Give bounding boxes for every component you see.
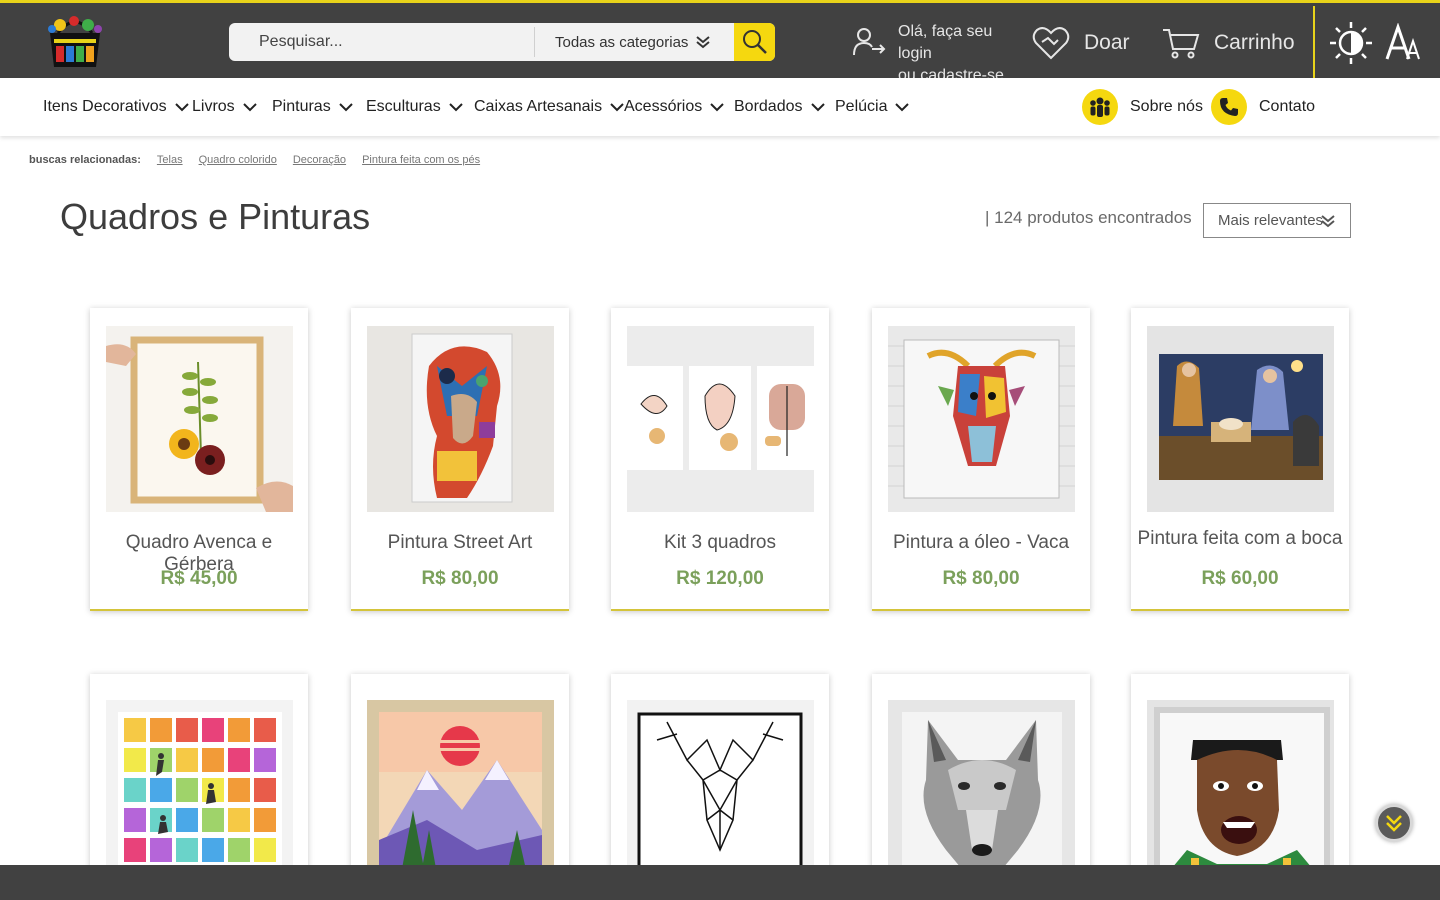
chevron-down-icon [696, 36, 710, 49]
product-image[interactable] [888, 326, 1075, 512]
product-image[interactable] [627, 326, 814, 512]
chevron-down-icon [242, 103, 257, 112]
font-size-icon [1385, 22, 1420, 60]
product-name[interactable]: Kit 3 quadros [611, 532, 829, 554]
chevron-down-icon [174, 103, 189, 112]
related-link[interactable]: Pintura feita com os pés [362, 154, 480, 166]
font-size-button[interactable] [1385, 22, 1421, 63]
results-count: | 124 produtos encontrados [985, 208, 1192, 227]
nav-item-label: Pinturas [272, 98, 331, 115]
search-button[interactable] [734, 23, 775, 61]
product-name[interactable]: Pintura Street Art [351, 532, 569, 554]
about-link[interactable]: Sobre nós [1082, 89, 1203, 125]
product-image[interactable] [627, 700, 814, 874]
product-card[interactable] [351, 674, 569, 874]
nav-item-caixas[interactable]: Caixas Artesanais [474, 96, 624, 118]
nav-item-pinturas[interactable]: Pinturas [272, 96, 353, 118]
category-select-value: Todas as categorias [555, 33, 689, 51]
phone-icon [1211, 89, 1247, 125]
donate-label: Doar [1084, 31, 1130, 54]
related-link[interactable]: Quadro colorido [199, 154, 277, 166]
scroll-down-button[interactable] [1375, 804, 1413, 842]
product-image[interactable] [106, 700, 293, 874]
sort-select[interactable]: Mais relevantes [1203, 203, 1351, 238]
contrast-icon [1330, 22, 1372, 64]
product-card[interactable]: Pintura a óleo - Vaca R$ 80,00 [872, 308, 1090, 611]
cart-icon [1163, 29, 1200, 59]
product-card[interactable] [1131, 674, 1349, 874]
product-card[interactable] [611, 674, 829, 874]
nav-item-label: Acessórios [624, 98, 703, 115]
product-name[interactable]: Pintura feita com a boca [1131, 528, 1349, 550]
contact-label: Contato [1259, 98, 1316, 115]
about-label: Sobre nós [1130, 98, 1203, 115]
sort-select-value: Mais relevantes [1218, 212, 1324, 229]
nav-item-acessorios[interactable]: Acessórios [624, 96, 724, 118]
bottom-bar [0, 865, 1440, 900]
product-image[interactable] [888, 700, 1075, 874]
search-bar: Todas as categorias [229, 23, 775, 61]
store-logo[interactable] [40, 11, 110, 71]
nav-item-label: Livros [192, 98, 235, 115]
chevron-down-icon [895, 103, 910, 112]
nav-item-livros[interactable]: Livros [192, 96, 257, 118]
donate-button[interactable]: Doar [1032, 23, 1130, 63]
product-image[interactable] [367, 700, 554, 874]
product-card[interactable]: Pintura Street Art R$ 80,00 [351, 308, 569, 611]
contact-link[interactable]: Contato [1211, 89, 1315, 125]
heart-handshake-icon [1032, 27, 1070, 60]
chevron-down-icon [1321, 215, 1335, 228]
product-price: R$ 80,00 [421, 568, 499, 589]
page-title: Quadros e Pinturas [60, 196, 371, 237]
product-price: R$ 60,00 [1201, 568, 1279, 589]
chevron-down-icon [710, 103, 724, 112]
nav-item-label: Itens Decorativos [43, 98, 167, 115]
related-label: buscas relacionadas: [29, 154, 141, 166]
user-login-icon [853, 28, 886, 56]
contrast-toggle-button[interactable] [1328, 20, 1374, 66]
nav-item-label: Caixas Artesanais [474, 98, 603, 115]
product-image[interactable] [367, 326, 554, 512]
product-image[interactable] [106, 326, 293, 512]
login-line-1: Olá, faça seu login [898, 23, 993, 62]
search-icon [742, 30, 767, 54]
nav-item-pelucia[interactable]: Pelúcia [835, 96, 910, 118]
people-icon [1082, 89, 1118, 125]
product-card[interactable]: Pintura feita com a boca R$ 60,00 [1131, 308, 1349, 611]
related-link[interactable]: Telas [157, 154, 183, 166]
nav-item-bordados[interactable]: Bordados [734, 96, 825, 118]
product-price: R$ 80,00 [942, 568, 1020, 589]
nav-item-decorativos[interactable]: Itens Decorativos [43, 96, 189, 118]
login-link[interactable]: Olá, faça seu login ou cadastre-se [852, 21, 1022, 84]
cart-button[interactable]: Carrinho [1162, 23, 1295, 63]
product-price: R$ 120,00 [676, 568, 764, 589]
double-chevron-down-icon [1386, 815, 1402, 832]
search-input[interactable] [229, 23, 534, 61]
category-select[interactable]: Todas as categorias [535, 23, 735, 61]
chevron-down-icon [810, 103, 825, 112]
product-name[interactable]: Pintura a óleo - Vaca [872, 532, 1090, 554]
product-image[interactable] [1147, 326, 1334, 512]
chevron-down-icon [448, 103, 463, 112]
product-price: R$ 45,00 [160, 568, 238, 589]
related-link[interactable]: Decoração [293, 154, 346, 166]
header-divider [1313, 6, 1315, 78]
product-image[interactable] [1147, 700, 1334, 874]
related-searches: buscas relacionadas: Telas Quadro colori… [29, 152, 496, 168]
product-card[interactable]: Kit 3 quadros R$ 120,00 [611, 308, 829, 611]
nav-item-label: Esculturas [366, 98, 441, 115]
nav-item-esculturas[interactable]: Esculturas [366, 96, 463, 118]
product-card[interactable] [872, 674, 1090, 874]
product-card[interactable]: Quadro Avenca e Gérbera R$ 45,00 [90, 308, 308, 611]
chevron-down-icon [338, 103, 353, 112]
product-card[interactable] [90, 674, 308, 874]
cart-label: Carrinho [1214, 31, 1295, 54]
category-nav: Itens Decorativos Livros Pinturas Escult… [0, 78, 1440, 136]
top-header: Todas as categorias Olá, faça seu login … [0, 0, 1440, 84]
chevron-down-icon [610, 103, 624, 112]
nav-item-label: Pelúcia [835, 98, 888, 115]
nav-item-label: Bordados [734, 98, 803, 115]
